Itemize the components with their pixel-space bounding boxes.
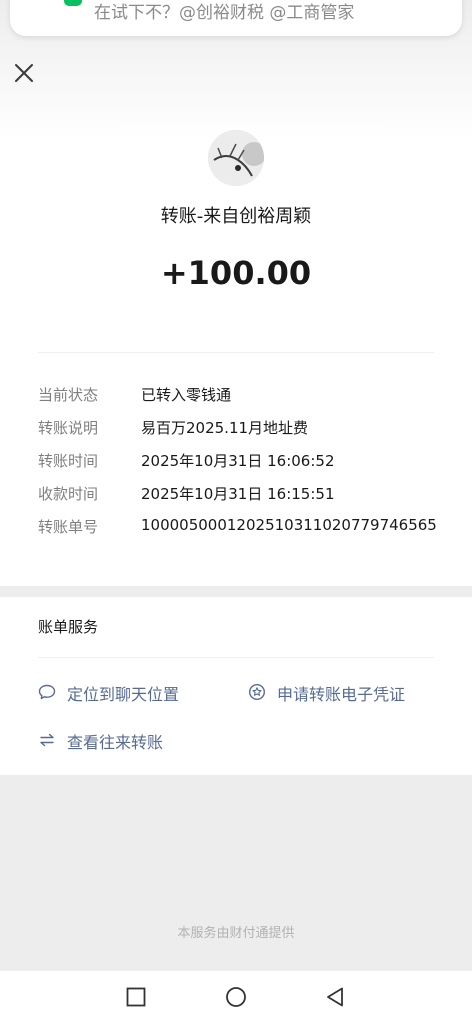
detail-value: 2025年10月31日 16:06:52 xyxy=(141,452,335,470)
divider xyxy=(38,352,434,353)
locate-chat-label: 定位到聊天位置 xyxy=(67,685,180,704)
detail-label: 转账时间 xyxy=(38,452,99,470)
detail-value: 易百万2025.11月地址费 xyxy=(141,419,309,437)
bill-services-title: 账单服务 xyxy=(38,618,99,636)
certificate-icon xyxy=(248,683,266,701)
detail-row-transfer-id: 转账单号 1000050001202510311020779746565 xyxy=(38,516,458,538)
apply-voucher-label: 申请转账电子凭证 xyxy=(277,685,406,704)
chat-bubble-icon xyxy=(38,684,56,700)
apply-voucher-link[interactable]: 申请转账电子凭证 xyxy=(248,680,428,704)
view-transfers-label: 查看往来转账 xyxy=(67,733,164,752)
system-navbar xyxy=(0,971,472,1024)
detail-row-transfer-time: 转账时间 2025年10月31日 16:06:52 xyxy=(38,450,458,472)
recents-icon[interactable] xyxy=(124,985,148,1009)
home-icon[interactable] xyxy=(224,985,248,1009)
detail-label: 当前状态 xyxy=(38,386,99,404)
detail-row-receive-time: 收款时间 2025年10月31日 16:15:51 xyxy=(38,483,458,505)
detail-value: 1000050001202510311020779746565 xyxy=(141,516,437,534)
detail-row-status: 当前状态 已转入零钱通 xyxy=(38,384,458,406)
detail-row-note: 转账说明 易百万2025.11月地址费 xyxy=(38,417,458,439)
transfer-title: 转账-来自创裕周颖 xyxy=(160,206,312,227)
detail-value: 已转入零钱通 xyxy=(141,386,232,404)
divider xyxy=(38,657,434,658)
detail-label: 收款时间 xyxy=(38,485,99,503)
back-icon[interactable] xyxy=(324,985,348,1009)
notification-banner[interactable]: 在试下不？@创裕财税 @工商管家 xyxy=(10,0,462,36)
locate-chat-link[interactable]: 定位到聊天位置 xyxy=(38,680,198,704)
transfer-arrows-icon xyxy=(40,733,54,747)
detail-value: 2025年10月31日 16:15:51 xyxy=(141,485,335,503)
transfer-amount: +100.00 xyxy=(160,254,312,292)
wechat-icon xyxy=(64,0,82,6)
view-transfers-link[interactable]: 查看往来转账 xyxy=(38,728,178,752)
footer-provider-text: 本服务由财付通提供 xyxy=(177,926,295,941)
notification-text: 在试下不？@创裕财税 @工商管家 xyxy=(94,3,355,23)
avatar xyxy=(208,130,264,186)
close-icon[interactable] xyxy=(12,61,36,85)
detail-label: 转账单号 xyxy=(38,518,99,536)
detail-label: 转账说明 xyxy=(38,419,99,437)
